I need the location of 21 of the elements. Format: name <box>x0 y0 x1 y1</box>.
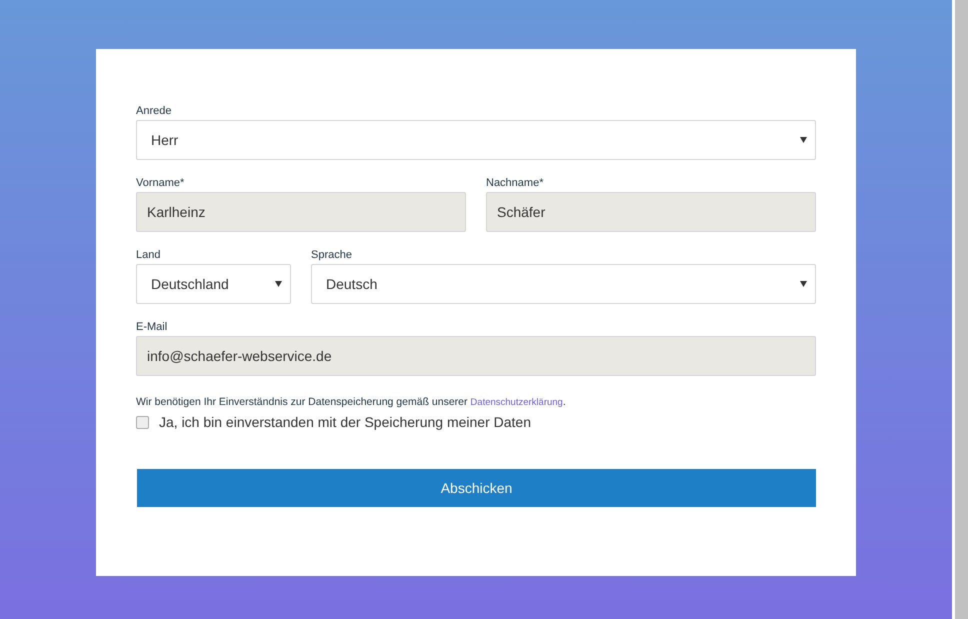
scrollbar[interactable] <box>955 0 968 619</box>
select-field[interactable]: Deutschland <box>136 264 291 304</box>
consent-text: Wir benötigen Ihr Einverständnis zur Datenspeicherung gemäß unserer Datenschutzerklärung. <box>136 396 567 408</box>
caret-icon <box>800 137 807 143</box>
input-field[interactable]: Karlheinz <box>136 192 466 232</box>
field-label: Land <box>136 249 162 261</box>
caret-icon <box>800 281 807 287</box>
field-label: Nachname* <box>486 177 544 189</box>
field-label: Anrede <box>136 105 172 117</box>
caret-icon <box>275 281 282 287</box>
field-label: E-Mail <box>136 321 168 333</box>
submit-button[interactable]: Abschicken <box>137 469 816 507</box>
field-label: Sprache <box>311 249 353 261</box>
checkbox-label: Ja, ich bin einverstanden mit der Speicherung meiner Daten <box>159 414 531 430</box>
input-field[interactable]: Schäfer <box>486 192 816 232</box>
select-field[interactable]: Deutsch <box>311 264 816 304</box>
select-field[interactable]: Herr <box>136 120 816 160</box>
checkbox[interactable] <box>136 416 149 428</box>
privacy-link[interactable]: Datenschutzerklärung <box>470 397 563 408</box>
input-field[interactable]: info@schaefer-webservice.de <box>136 336 816 376</box>
field-label: Vorname* <box>136 177 186 189</box>
